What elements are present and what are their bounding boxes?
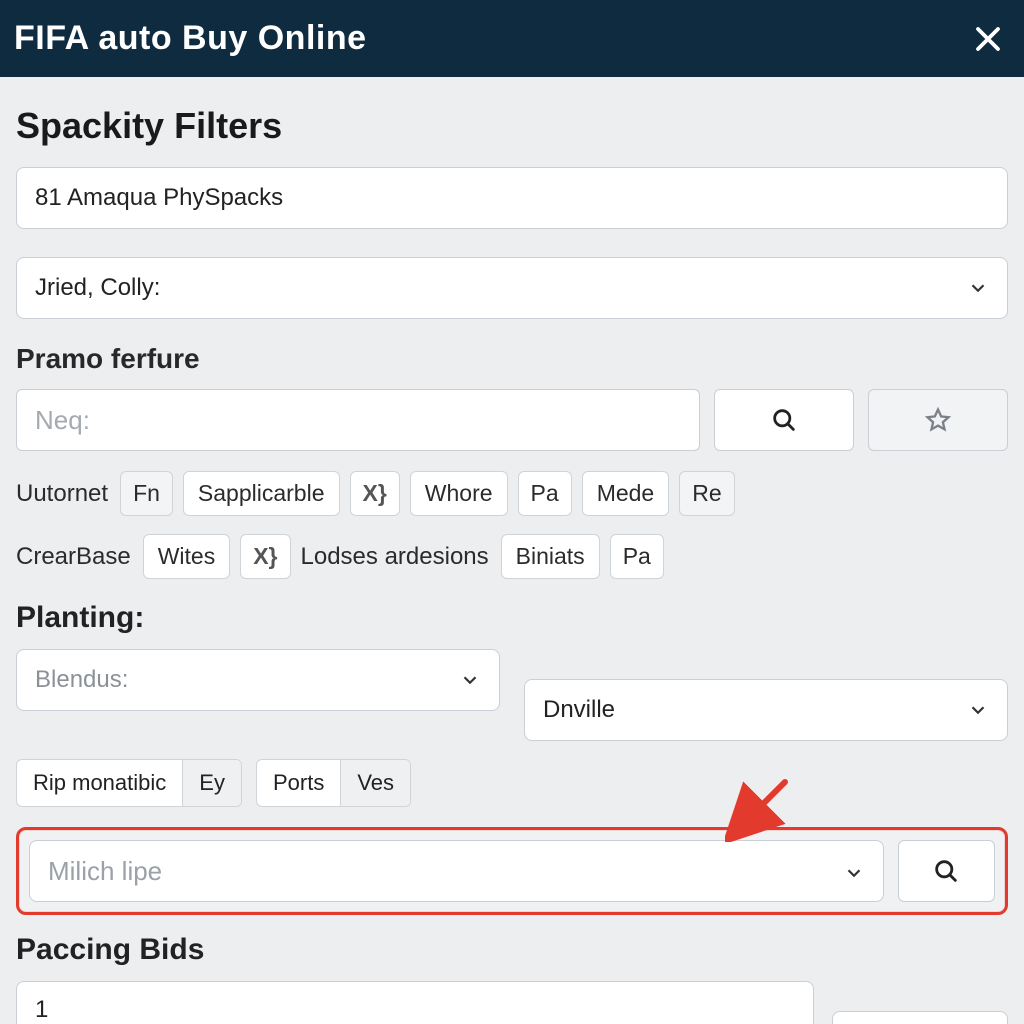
planting-left-placeholder: Blendus: (35, 666, 128, 694)
bids-input[interactable]: 1 (16, 981, 814, 1024)
tag-area: Uutornet Fn Sapplicarble X} Whore Pa Med… (16, 471, 1008, 579)
chevron-down-icon (967, 277, 989, 299)
star-icon (924, 406, 952, 434)
tag-row-2: CrearBase Wites X} Lodses ardesions Bini… (16, 534, 1008, 579)
tag-x1[interactable]: X} (350, 471, 400, 516)
highlight-select[interactable]: Milich lipe (29, 840, 884, 902)
chevron-down-icon (843, 860, 865, 882)
favorite-button[interactable] (868, 389, 1008, 451)
x-icon: X} (253, 543, 277, 570)
x-icon: X} (363, 480, 387, 507)
search-icon (770, 406, 798, 434)
chip-ports[interactable]: Ports (257, 760, 340, 806)
search-input[interactable]: Neq: (16, 389, 700, 451)
highlight-select-placeholder: Milich lipe (48, 856, 162, 887)
tag-whore[interactable]: Whore (410, 471, 508, 516)
tag-lodses-label: Lodses ardesions (301, 543, 491, 571)
bids-heading: Paccing Bids (16, 933, 1008, 967)
content-area: Spackity Filters 81 Amaqua PhySpacks Jri… (0, 77, 1024, 1024)
app-header: FIFA auto Buy Online (0, 0, 1024, 77)
planting-left-select[interactable]: Blendus: (16, 649, 500, 711)
planting-right-value: Dnville (543, 696, 615, 724)
chevron-down-icon (459, 669, 481, 691)
filter-text-1[interactable]: 81 Amaqua PhySpacks (16, 167, 1008, 229)
search-row: Neq: (16, 389, 1008, 451)
highlight-search-button[interactable] (898, 840, 995, 902)
search-input-placeholder: Neq: (35, 405, 90, 436)
bids-spare-select[interactable]: Spare: (832, 1011, 1008, 1024)
bids-row: 1 Spare: (16, 981, 1008, 1024)
filter-select-1[interactable]: Jried, Colly: (16, 257, 1008, 319)
pramo-heading: Pramo ferfure (16, 343, 1008, 375)
chip-row: Rip monatibic Ey Ports Ves (16, 759, 1008, 807)
chevron-down-icon (967, 699, 989, 721)
tag-pa2[interactable]: Pa (610, 534, 664, 579)
tag-mede[interactable]: Mede (582, 471, 670, 516)
planting-heading: Planting: (16, 601, 1008, 635)
app-title: FIFA auto Buy Online (14, 19, 367, 58)
filters-heading: Spackity Filters (16, 105, 1008, 147)
bids-value: 1 (35, 996, 48, 1024)
tag-wites[interactable]: Wites (143, 534, 231, 579)
search-icon (932, 857, 960, 885)
close-icon (973, 24, 1003, 54)
tag-row-1-label: Uutornet (16, 480, 110, 508)
chip-ves[interactable]: Ves (340, 760, 410, 806)
planting-row: Blendus: Dnville (16, 649, 1008, 741)
tag-row-1: Uutornet Fn Sapplicarble X} Whore Pa Med… (16, 471, 1008, 516)
chip-group-1: Rip monatibic Ey (16, 759, 242, 807)
tag-fn[interactable]: Fn (120, 471, 173, 516)
tag-pa1[interactable]: Pa (518, 471, 572, 516)
annotation-arrow (725, 776, 795, 847)
tag-x2[interactable]: X} (240, 534, 290, 579)
tag-re[interactable]: Re (679, 471, 734, 516)
chip-ey[interactable]: Ey (182, 760, 241, 806)
tag-row-2-label: CrearBase (16, 543, 133, 571)
chip-group-2: Ports Ves (256, 759, 411, 807)
filter-text-1-value: 81 Amaqua PhySpacks (35, 184, 283, 212)
close-button[interactable] (966, 17, 1010, 61)
planting-right-select[interactable]: Dnville (524, 679, 1008, 741)
chip-rip[interactable]: Rip monatibic (17, 760, 182, 806)
tag-biniats[interactable]: Biniats (501, 534, 600, 579)
tag-sapplicarble[interactable]: Sapplicarble (183, 471, 340, 516)
highlighted-select-row: Milich lipe (16, 827, 1008, 915)
search-button[interactable] (714, 389, 854, 451)
filter-select-1-value: Jried, Colly: (35, 274, 160, 302)
